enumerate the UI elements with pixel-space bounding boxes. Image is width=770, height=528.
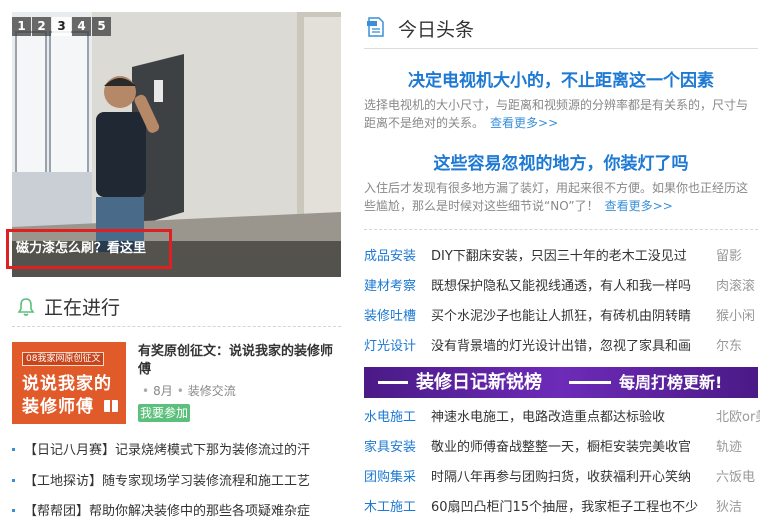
banner-stripe: [569, 381, 611, 384]
summary-text: 入住后才发现有很多地方漏了装灯，用起来很不方便。如果你也正经历这些尴尬，那么是时…: [364, 181, 749, 213]
row-title-link[interactable]: 买个水泥沙子也能让人抓狂，有砖机由阴转睛: [431, 306, 716, 328]
row-category-link[interactable]: 成品安装: [364, 246, 431, 268]
diary-row: 成品安装 DIY下翻床安装，只因三十年的老木工没见过 留影: [364, 246, 760, 268]
row-category-link[interactable]: 家具安装: [364, 437, 431, 459]
row-title-link[interactable]: 神速水电施工，电路改造重点都达标验收: [431, 407, 716, 429]
section-divider: [364, 229, 758, 230]
diary-ranking-banner[interactable]: 装修日记新锐榜 每周打榜更新!: [364, 367, 758, 398]
promo-line-1: 说说我家的: [22, 374, 112, 394]
row-author: 尔东: [716, 339, 743, 354]
row-author: 轨迹: [716, 440, 743, 455]
row-author: 六饭电: [716, 470, 756, 485]
headline-link[interactable]: 这些容易忽视的地方，你装灯了吗: [364, 149, 758, 174]
row-author: 猴小闲: [716, 309, 756, 324]
diary-row: 团购集采 时隔八年再参与团购扫货，收获福利开心笑纳 六饭电: [364, 467, 760, 489]
diary-row: 装修吐槽 买个水泥沙子也能让人抓狂，有砖机由阴转睛 猴小闲: [364, 306, 760, 328]
slider-pager: 1 2 3 4 5: [12, 17, 112, 36]
slide-caption-link[interactable]: 磁力漆怎么刷？看这里: [6, 229, 172, 269]
row-title-link[interactable]: 60扇凹凸柜门15个抽屉，我家柜子工程也不少: [431, 497, 716, 519]
slider-page-3[interactable]: 3: [52, 17, 71, 36]
promo-tag: 08我家网原创征文: [22, 352, 105, 366]
ongoing-title: 正在进行: [44, 297, 121, 319]
activity-text: 【帮帮团】帮助你解决装修中的那些各项疑难杂症: [24, 504, 311, 519]
row-title-link[interactable]: DIY下翻床安装，只因三十年的老木工没见过: [431, 246, 716, 268]
contest-meta: • 8月 • 装修交流: [142, 384, 236, 398]
activity-item[interactable]: 【帮帮团】帮助你解决装修中的那些各项疑难杂症: [12, 500, 342, 519]
banner-left-text: 装修日记新锐榜: [416, 372, 542, 393]
headline-summary: 入住后才发现有很多地方漏了装灯，用起来很不方便。如果你也正经历这些尴尬，那么是时…: [364, 179, 758, 215]
slider-page-4[interactable]: 4: [72, 17, 91, 36]
read-more-link[interactable]: 查看更多>>: [490, 116, 558, 130]
diary-row: 灯光设计 没有背景墙的灯光设计出错，忽视了家具和画 尔东: [364, 336, 760, 358]
row-author: 狄洁: [716, 500, 743, 515]
row-category-link[interactable]: 灯光设计: [364, 336, 431, 358]
activity-text: 【日记八月赛】记录烧烤模式下那为装修流过的汗: [24, 443, 311, 458]
bullet-icon: [12, 478, 15, 482]
slider-page-5[interactable]: 5: [92, 17, 111, 36]
diary-row: 家具安装 敬业的师傅奋战整整一天，橱柜安装完美收官 轨迹: [364, 437, 760, 459]
row-category-link[interactable]: 水电施工: [364, 407, 431, 429]
row-author: 北欧or美式: [716, 410, 760, 425]
slider-page-2[interactable]: 2: [32, 17, 51, 36]
row-category-link[interactable]: 装修吐槽: [364, 306, 431, 328]
headline-summary: 选择电视机的大小尺寸，与距离和视频源的分辨率都是有关系的，尺寸与距离不是绝对的关…: [364, 96, 758, 132]
slider-page-1[interactable]: 1: [12, 17, 31, 36]
bullet-icon: [12, 508, 15, 512]
headlines-title: 今日头条: [398, 19, 475, 41]
headlines-divider: [364, 48, 758, 49]
row-title-link[interactable]: 没有背景墙的灯光设计出错，忽视了家具和画: [431, 336, 716, 358]
news-icon: [367, 17, 384, 37]
contest-title-link[interactable]: 有奖原创征文：说说我家的装修师傅: [138, 343, 343, 379]
bullet-icon: [12, 447, 15, 451]
diary-row: 建材考察 既想保护隐私又能视线通透，有人和我一样吗 肉滚滚: [364, 276, 760, 298]
contest-category[interactable]: 装修交流: [188, 384, 236, 398]
banner-right-text: 每周打榜更新!: [619, 373, 723, 392]
promo-line-2: 装修师傅: [22, 397, 94, 417]
contest-month: 8月: [153, 384, 173, 398]
row-author: 留影: [716, 249, 743, 264]
diary-row: 水电施工神速水电施工，电路改造重点都达标验收北欧or美式: [364, 407, 760, 429]
activity-item[interactable]: 【工地探访】随专家现场学习装修流程和施工工艺: [12, 470, 342, 489]
bell-icon: [17, 297, 35, 316]
row-category-link[interactable]: 木工施工: [364, 497, 431, 519]
row-author: 肉滚滚: [716, 279, 756, 294]
row-category-link[interactable]: 建材考察: [364, 276, 431, 298]
row-title-link[interactable]: 敬业的师傅奋战整整一天，橱柜安装完美收官: [431, 437, 716, 459]
ongoing-divider: [12, 326, 341, 327]
read-more-link[interactable]: 查看更多>>: [605, 199, 673, 213]
banner-stripe: [378, 381, 408, 384]
row-category-link[interactable]: 团购集采: [364, 467, 431, 489]
activity-text: 【工地探访】随专家现场学习装修流程和施工工艺: [24, 474, 311, 489]
row-title-link[interactable]: 时隔八年再参与团购扫货，收获福利开心笑纳: [431, 467, 716, 489]
gift-icon: [104, 399, 118, 412]
activity-item[interactable]: 【日记八月赛】记录烧烤模式下那为装修流过的汗: [12, 439, 342, 458]
diary-row: 木工施工 60扇凹凸柜门15个抽屉，我家柜子工程也不少 狄洁: [364, 497, 760, 519]
headline-link[interactable]: 决定电视机大小的，不止距离这一个因素: [364, 66, 758, 91]
row-title-link[interactable]: 既想保护隐私又能视线通透，有人和我一样吗: [431, 276, 716, 298]
join-button[interactable]: 我要参加: [138, 404, 190, 422]
ongoing-header: 正在进行: [16, 293, 120, 320]
essay-contest-banner[interactable]: 08我家网原创征文 说说我家的 装修师傅: [12, 342, 126, 424]
